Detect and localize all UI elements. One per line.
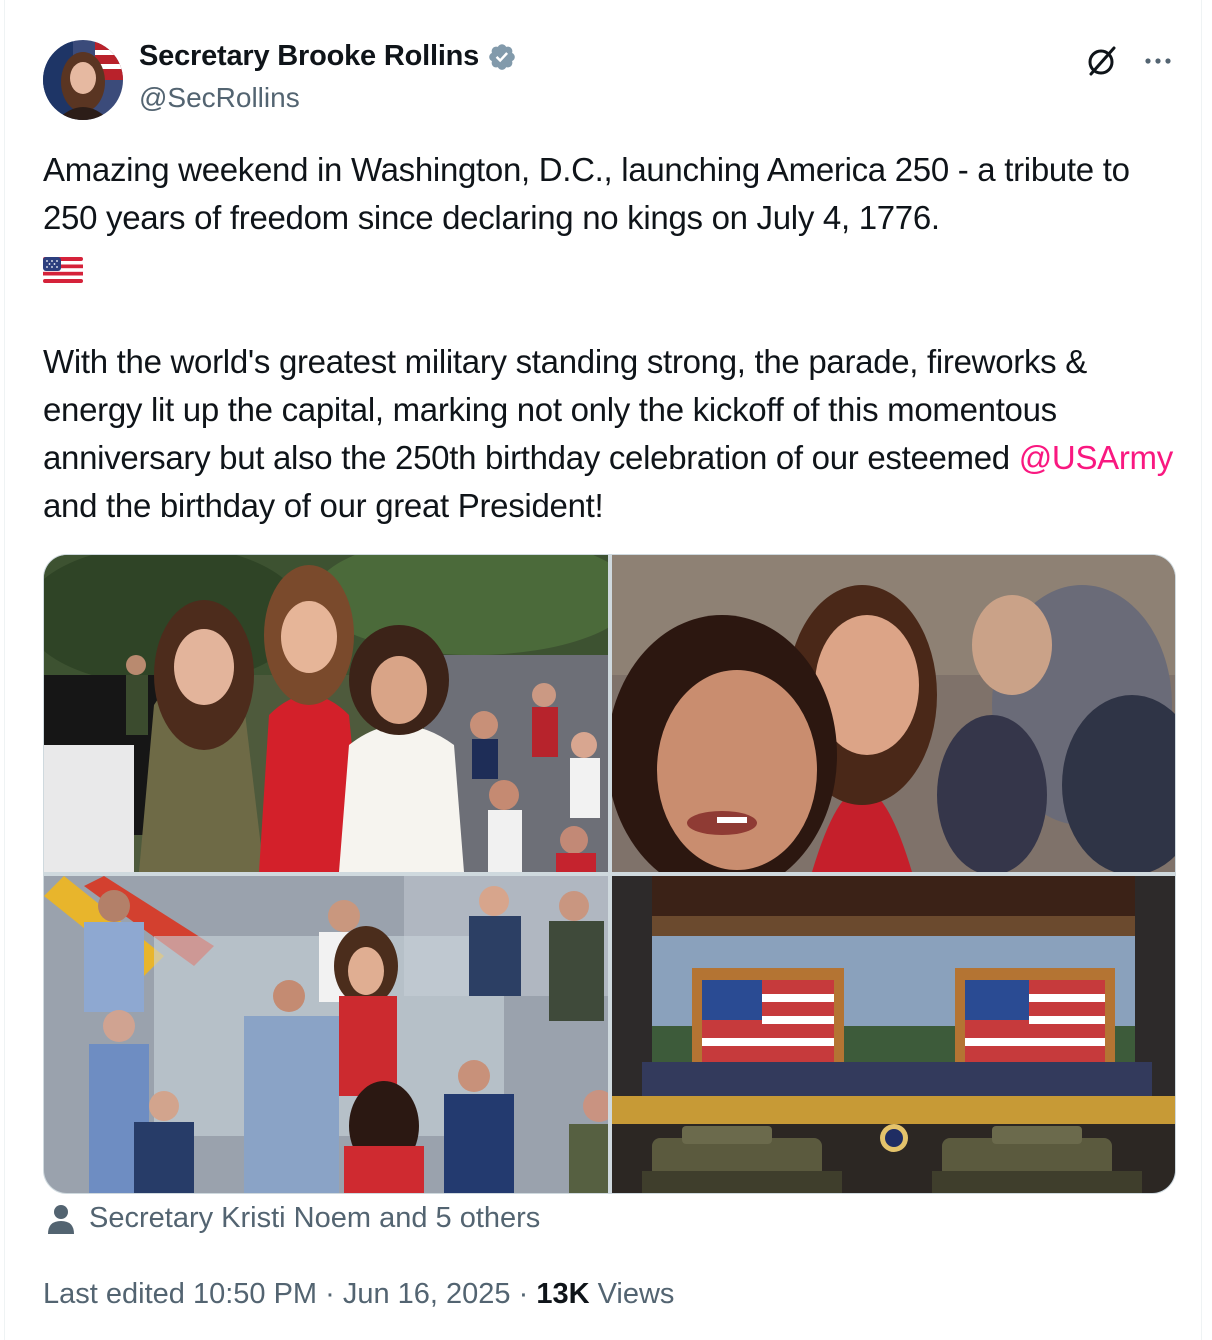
photo-three-women-outdoors[interactable] bbox=[44, 555, 608, 872]
tweet-paragraph-2: With the world's greatest military stand… bbox=[43, 338, 1173, 530]
photo-stage-with-tanks[interactable] bbox=[612, 876, 1175, 1193]
views-count: 13K bbox=[536, 1278, 590, 1310]
author-name-row: Secretary Brooke Rollins bbox=[139, 40, 517, 73]
verified-badge-icon bbox=[489, 43, 515, 70]
photo-reviewing-stand[interactable] bbox=[44, 876, 608, 1193]
tweet-paragraph-1: Amazing weekend in Washington, D.C., lau… bbox=[43, 146, 1173, 290]
tweet-paragraph-2-text: With the world's greatest military stand… bbox=[43, 343, 1087, 476]
media-grid bbox=[43, 554, 1176, 1194]
mention-link[interactable]: @USArmy bbox=[1019, 439, 1174, 476]
author-handle[interactable]: @SecRollins bbox=[139, 82, 300, 114]
person-icon bbox=[48, 1204, 74, 1234]
tweet-paragraph-1-text: Amazing weekend in Washington, D.C., lau… bbox=[43, 151, 1130, 236]
tweet-meta: Last edited 10:50 PM · Jun 16, 2025 · 13… bbox=[43, 1278, 674, 1311]
tagged-users[interactable]: Secretary Kristi Noem and 5 others bbox=[47, 1202, 540, 1235]
us-flag-emoji bbox=[43, 257, 83, 284]
tweet-text: Amazing weekend in Washington, D.C., lau… bbox=[43, 146, 1173, 530]
tweet-paragraph-2-end: and the birthday of our great President! bbox=[43, 487, 604, 524]
author-display-name[interactable]: Secretary Brooke Rollins bbox=[139, 40, 479, 73]
avatar[interactable] bbox=[43, 40, 123, 120]
views-label: Views bbox=[589, 1278, 675, 1310]
more-icon[interactable] bbox=[1141, 44, 1175, 78]
tweet-card: Secretary Brooke Rollins @SecRollins Ama… bbox=[4, 0, 1202, 1340]
tagged-users-text: Secretary Kristi Noem and 5 others bbox=[89, 1202, 541, 1234]
grok-icon[interactable] bbox=[1085, 44, 1119, 78]
photo-selfie-in-crowd[interactable] bbox=[612, 555, 1175, 872]
edited-timestamp[interactable]: Last edited 10:50 PM · Jun 16, 2025 · bbox=[43, 1278, 536, 1310]
